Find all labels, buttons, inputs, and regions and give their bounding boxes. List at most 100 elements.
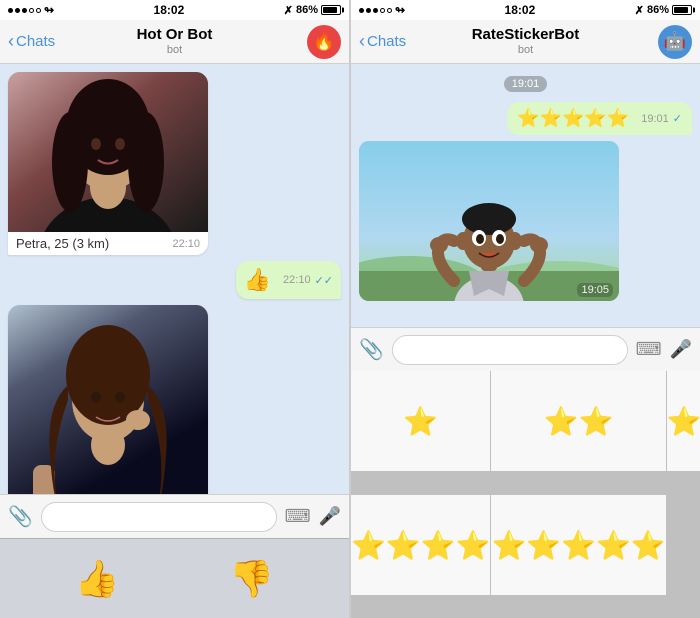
sticker-2star-emoji: ⭐⭐ — [544, 405, 614, 438]
right-input-bar: 📎 ⌨ 🎤 — [351, 327, 700, 371]
right-nav-bar: ‹ Chats RateStickerBot bot 🤖 — [351, 20, 700, 64]
right-input-field[interactable] — [392, 335, 628, 365]
petra-caption: Petra, 25 (3 km) 22:10 — [8, 232, 208, 255]
right-nav-title: RateStickerBot — [472, 26, 580, 44]
right-right-status: ✗ 86% — [635, 4, 692, 17]
viki-bubble: Viki, 21 (2 km) 22:12 — [8, 305, 208, 494]
rdot4 — [380, 8, 385, 13]
right-nav-subtitle: bot — [472, 44, 580, 57]
left-back-button[interactable]: ‹ Chats — [8, 31, 55, 52]
thumbs-down-button[interactable]: 👎 — [229, 558, 274, 600]
sticker-3star-emoji: ⭐⭐⭐ — [667, 405, 700, 438]
thumbsup-time: 22:10 — [283, 274, 311, 286]
petra-name: Petra, 25 (3 km) — [16, 236, 109, 251]
rdot2 — [366, 8, 371, 13]
stars-time: 19:01 — [641, 113, 669, 125]
right-nav-center: RateStickerBot bot — [472, 26, 580, 57]
kanye-scene-svg — [359, 141, 619, 301]
left-nav-bar: ‹ Chats Hot Or Bot bot 🔥 — [0, 20, 349, 64]
time-badge-1901: 19:01 — [504, 76, 548, 92]
rdot3 — [373, 8, 378, 13]
sticker-4star-emoji: ⭐⭐⭐⭐ — [351, 529, 490, 562]
right-time: 18:02 — [505, 3, 536, 17]
right-wifi-icon: ↬ — [395, 3, 405, 17]
left-nav-avatar[interactable]: 🔥 — [307, 25, 341, 59]
petra-photo — [8, 72, 208, 232]
left-mic-icon[interactable]: 🎤 — [319, 506, 341, 527]
thumbsup-bubble: 👍 22:10 ✓✓ — [236, 261, 341, 299]
right-panel: ↬ 18:02 ✗ 86% ‹ Chats RateStickerBot bot… — [350, 0, 700, 618]
right-status-bar: ↬ 18:02 ✗ 86% — [351, 0, 700, 20]
message-thumbsup: 👍 22:10 ✓✓ — [236, 261, 341, 299]
left-right-status: ✗ 86% — [284, 4, 341, 17]
right-back-label: Chats — [367, 33, 406, 50]
dot1 — [8, 8, 13, 13]
left-keyboard-icon[interactable]: ⌨ — [285, 506, 311, 527]
dot4 — [29, 8, 34, 13]
kanye-background: 19:05 — [359, 141, 619, 301]
fire-icon: 🔥 — [313, 31, 335, 52]
dot3 — [22, 8, 27, 13]
left-back-label: Chats — [16, 33, 55, 50]
right-attach-icon[interactable]: 📎 — [359, 337, 384, 362]
sticker-5star-emoji: ⭐⭐⭐⭐⭐ — [491, 529, 665, 562]
thumbs-up-button[interactable]: 👍 — [75, 558, 120, 600]
petra-time: 22:10 — [172, 238, 200, 250]
right-chevron-icon: ‹ — [359, 31, 365, 52]
battery-box-left — [321, 5, 341, 15]
thumbsup-check: ✓✓ — [315, 274, 333, 287]
left-nav-title: Hot Or Bot — [137, 26, 213, 44]
thumbsup-emoji: 👍 — [244, 267, 271, 293]
battery-pct-right: 86% — [647, 4, 669, 16]
right-mic-icon[interactable]: 🎤 — [670, 339, 692, 360]
viki-photo — [8, 305, 208, 494]
left-input-field[interactable] — [41, 502, 277, 532]
sticker-5star[interactable]: ⭐⭐⭐⭐⭐ — [491, 495, 665, 595]
battery-box-right — [672, 5, 692, 15]
right-signal: ↬ — [359, 3, 405, 17]
left-nav-subtitle: bot — [137, 44, 213, 57]
dot2 — [15, 8, 20, 13]
left-input-bar: 📎 ⌨ 🎤 — [0, 494, 349, 538]
right-signal-dots — [359, 8, 392, 13]
robot-icon: 🤖 — [664, 31, 686, 52]
kanye-sticker-message: 19:05 — [359, 141, 619, 301]
stars-check: ✓ — [673, 112, 682, 125]
rdot1 — [359, 8, 364, 13]
kanye-time: 19:05 — [577, 283, 613, 297]
left-signal: ↬ — [8, 3, 54, 17]
right-nav-avatar[interactable]: 🤖 — [658, 25, 692, 59]
left-time: 18:02 — [154, 3, 185, 17]
stars-message: ⭐⭐⭐⭐⭐ 19:01 ✓ — [507, 102, 692, 135]
viki-svg — [8, 305, 208, 494]
battery-fill-right — [674, 7, 688, 13]
left-nav-center: Hot Or Bot bot — [137, 26, 213, 57]
petra-svg — [8, 72, 208, 232]
left-emoji-tray: 👍 👎 — [0, 538, 349, 618]
dot5 — [36, 8, 41, 13]
battery-fill-left — [323, 7, 337, 13]
rdot5 — [387, 8, 392, 13]
message-petra: Petra, 25 (3 km) 22:10 — [8, 72, 208, 255]
sticker-1star-emoji: ⭐ — [403, 405, 438, 438]
sticker-grid: ⭐ ⭐⭐ ⭐⭐⭐ ⭐⭐⭐⭐ ⭐⭐⭐⭐⭐ — [351, 371, 700, 618]
left-attach-icon[interactable]: 📎 — [8, 504, 33, 529]
left-panel: ↬ 18:02 ✗ 86% ‹ Chats Hot Or Bot bot 🔥 — [0, 0, 350, 618]
right-keyboard-icon[interactable]: ⌨ — [636, 339, 662, 360]
message-viki: Viki, 21 (2 km) 22:12 — [8, 305, 208, 494]
stars-emoji: ⭐⭐⭐⭐⭐ — [517, 108, 629, 129]
sticker-4star[interactable]: ⭐⭐⭐⭐ — [351, 495, 490, 595]
left-chat-area: Petra, 25 (3 km) 22:10 👍 22:10 ✓✓ — [0, 64, 349, 494]
battery-pct-left: 86% — [296, 4, 318, 16]
sticker-3star[interactable]: ⭐⭐⭐ — [667, 371, 700, 471]
left-status-bar: ↬ 18:02 ✗ 86% — [0, 0, 349, 20]
petra-bubble: Petra, 25 (3 km) 22:10 — [8, 72, 208, 255]
right-back-button[interactable]: ‹ Chats — [359, 31, 406, 52]
signal-dots — [8, 8, 41, 13]
sticker-2star[interactable]: ⭐⭐ — [491, 371, 665, 471]
bt-icon-left: ✗ — [284, 4, 293, 17]
sticker-1star[interactable]: ⭐ — [351, 371, 490, 471]
wifi-icon: ↬ — [44, 3, 54, 17]
right-chat-area: 19:01 ⭐⭐⭐⭐⭐ 19:01 ✓ — [351, 64, 700, 327]
left-chevron-icon: ‹ — [8, 31, 14, 52]
